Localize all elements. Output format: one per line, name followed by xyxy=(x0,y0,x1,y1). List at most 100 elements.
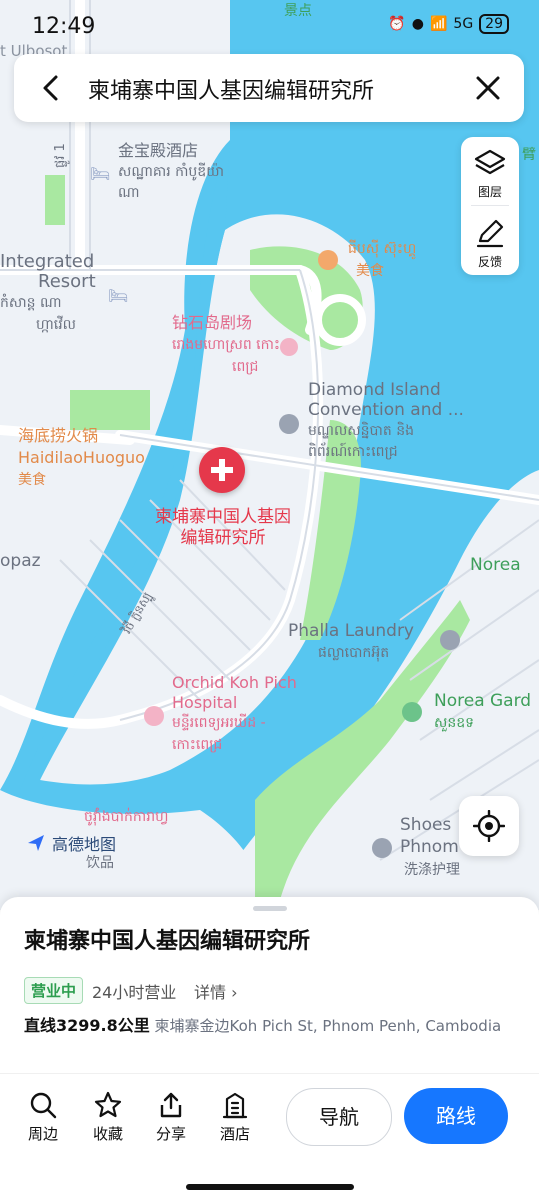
selected-place-label-2: 编辑研究所 xyxy=(180,528,266,548)
building-icon xyxy=(222,1092,248,1119)
layers-icon xyxy=(474,149,506,175)
map-label-haidilao[interactable]: 海底捞火锅 xyxy=(18,427,98,445)
map-label-phalla-km: ផល្លាបោកអ៊ុត xyxy=(318,645,390,661)
map-label-jinbaodian[interactable]: 金宝殿酒店 xyxy=(118,142,198,160)
tools-divider xyxy=(471,205,509,206)
selected-place-marker[interactable] xyxy=(199,447,245,493)
distance-label: 直线3299.8公里 xyxy=(24,1016,150,1035)
map-label-edge: 臂 xyxy=(522,147,536,163)
map-label-theatre-km: រោងមហោស្រព កោះ xyxy=(172,337,281,353)
map-label-jinbaodian-km2: ណា xyxy=(118,185,140,201)
map-label-orchid-2: Hospital xyxy=(172,693,238,712)
map-label-drinks-cat: 饮品 xyxy=(86,855,114,871)
opening-hours: 24小时营业 xyxy=(92,983,177,1002)
open-status-badge: 营业中 xyxy=(24,977,84,1004)
map-label-phalla[interactable]: Phalla Laundry xyxy=(288,622,414,640)
star-icon xyxy=(94,1091,122,1118)
map-label-resort-km2: ហ្កាវើល xyxy=(36,317,76,333)
map-label-haidilao-en: HaidilaoHuoguo xyxy=(18,448,145,467)
map-label-resort: Resort xyxy=(38,271,96,292)
food-marker-icon[interactable] xyxy=(318,250,338,270)
map-label-shoes[interactable]: Shoes xyxy=(400,816,451,834)
map-label-convention-km2: ពិព័រណ៍កោះពេជ្រ xyxy=(308,444,398,460)
battery-level: 29 xyxy=(479,14,509,34)
status-time: 12:49 xyxy=(32,14,96,39)
search-title[interactable]: 柬埔寨中国人基因编辑研究所 xyxy=(88,73,374,105)
resort-marker-icon[interactable]: 🛏 xyxy=(108,286,128,305)
park-marker-icon[interactable] xyxy=(402,702,422,722)
route-button[interactable]: 路线 xyxy=(404,1088,508,1144)
status-bar: 12:49 ⏰ ● 📶 5G 29 xyxy=(0,0,539,50)
map-label-orchid-km2: កោះពេជ្រ xyxy=(172,737,223,753)
plus-icon xyxy=(211,459,233,481)
map-label-convention-km: មណ្ឌលសន្និបាត និង xyxy=(308,423,414,439)
alarm-icon: ⏰ xyxy=(388,16,406,32)
hotel-label: 酒店 xyxy=(219,1125,250,1143)
amap-logo: 高德地图 xyxy=(26,831,116,855)
map-label-orchid[interactable]: Orchid Koh Pich xyxy=(172,674,297,692)
pencil-icon xyxy=(476,219,504,248)
share-button[interactable]: 分享 xyxy=(146,1091,196,1144)
map-label-food-top-cat: 美食 xyxy=(356,263,384,279)
map-label-norea-top: Norea xyxy=(470,555,521,575)
details-label: 详情 xyxy=(194,983,227,1002)
search-bar[interactable]: 柬埔寨中国人基因编辑研究所 xyxy=(14,54,524,122)
map-label-theatre[interactable]: 钻石岛剧场 xyxy=(172,314,252,332)
map-label-norea-km: សួនឧទ xyxy=(434,715,474,731)
nearby-button[interactable]: 周边 xyxy=(18,1091,68,1144)
wash-marker-icon[interactable] xyxy=(372,838,392,858)
hotel-marker-icon[interactable]: 🛏 xyxy=(90,164,110,183)
amap-logo-text: 高德地图 xyxy=(52,835,117,854)
map-label-food-top[interactable]: ធីបស៊ី ស៊ុះហ្គូ xyxy=(348,240,416,258)
close-icon xyxy=(476,76,500,100)
chevron-right-icon: › xyxy=(231,983,238,1002)
home-indicator[interactable] xyxy=(186,1184,354,1190)
map-label-theatre-km2: ពេជ្រ xyxy=(232,359,259,375)
details-link[interactable]: 详情 › xyxy=(194,979,238,1003)
layers-label: 图层 xyxy=(477,185,502,199)
map-tools: 图层 反馈 xyxy=(461,137,519,275)
hospital-marker-icon[interactable] xyxy=(144,706,164,726)
favorite-label: 收藏 xyxy=(92,1125,123,1143)
map-label-opaz: opaz xyxy=(0,551,41,571)
crosshair-icon xyxy=(473,810,505,842)
map-label-resort-km: កំសាន្ត ណា xyxy=(0,295,62,311)
feedback-label: 反馈 xyxy=(477,255,502,269)
layers-button[interactable]: 图层 xyxy=(461,137,519,205)
share-icon xyxy=(160,1092,182,1118)
sheet-divider xyxy=(0,1073,539,1074)
address-text: 柬埔寨金边Koh Pich St, Phnom Penh, Cambodia xyxy=(154,1017,502,1035)
amap-arrow-icon xyxy=(28,835,44,851)
hotel-button[interactable]: 酒店 xyxy=(210,1091,260,1144)
map-label-orchid-km: មន្ទីរពេទ្យអរឃីដ - xyxy=(172,715,266,731)
theatre-marker-icon[interactable] xyxy=(280,338,298,356)
map-label-convention[interactable]: Diamond Island xyxy=(308,381,441,399)
wifi-icon: 📶 xyxy=(429,16,448,32)
location-icon: ● xyxy=(411,16,424,32)
sheet-drag-handle[interactable] xyxy=(253,906,287,911)
nearby-label: 周边 xyxy=(27,1125,58,1143)
navigate-button[interactable]: 导航 xyxy=(286,1088,392,1146)
search-icon xyxy=(30,1092,57,1119)
network-label: 5G xyxy=(453,16,474,32)
locate-me-button[interactable] xyxy=(459,796,519,856)
map-label-drinks[interactable]: ចូវ៉ាំងបាក់ការាហ្វ xyxy=(84,808,168,826)
map-label-norea-garden[interactable]: Norea Gard xyxy=(434,692,531,710)
favorite-button[interactable]: 收藏 xyxy=(83,1091,133,1144)
place-name: 柬埔寨中国人基因编辑研究所 xyxy=(24,929,311,954)
address-line: 直线3299.8公里 柬埔寨金边Koh Pich St, Phnom Penh,… xyxy=(24,1013,504,1039)
map-label-vertical-road: ផ្លូវ 1 xyxy=(53,143,68,168)
close-button[interactable] xyxy=(472,72,504,104)
chevron-left-icon xyxy=(43,75,58,101)
map-label-haidilao-cat: 美食 xyxy=(18,472,46,488)
share-label: 分享 xyxy=(155,1125,186,1143)
feedback-button[interactable]: 反馈 xyxy=(461,207,519,275)
status-icons: ⏰ ● 📶 5G 29 xyxy=(388,14,509,34)
back-button[interactable] xyxy=(36,72,68,104)
map-label-phnom: Phnom xyxy=(400,837,459,857)
place-detail-sheet[interactable]: 柬埔寨中国人基因编辑研究所 营业中 24小时营业 详情 › 直线3299.8公里… xyxy=(0,897,539,1200)
laundry-marker-icon[interactable] xyxy=(440,630,460,650)
map-label-jinbaodian-km: សណ្ឋាគារ កាំបូឌីយ៉ា xyxy=(118,164,224,180)
map-view[interactable]: t Ulbosot 景点 金宝殿酒店 សណ្ឋាគារ កាំបូឌីយ៉ា ណ… xyxy=(0,0,539,910)
convention-marker-icon[interactable] xyxy=(279,414,299,434)
